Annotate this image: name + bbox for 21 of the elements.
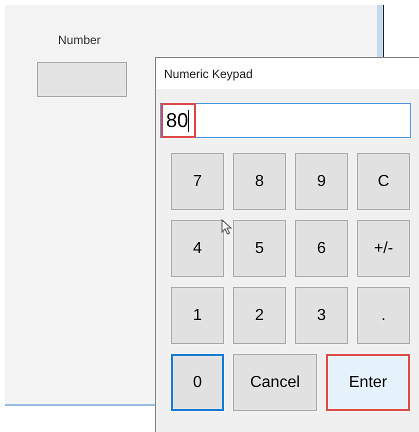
display-value: 80	[166, 108, 188, 132]
number-label: Number	[58, 32, 101, 49]
keypad-key[interactable]: 2	[233, 287, 286, 344]
keypad-key[interactable]: +/-	[357, 220, 410, 277]
keypad-key[interactable]: 4	[171, 220, 224, 277]
keypad-key[interactable]: 9	[295, 153, 348, 210]
keypad-key[interactable]: .	[357, 287, 410, 344]
keypad-key[interactable]: 8	[233, 153, 286, 210]
pointer-icon	[221, 219, 233, 235]
dialog-title: Numeric Keypad	[164, 66, 253, 82]
keypad-key[interactable]: 3	[295, 287, 348, 344]
keypad-key[interactable]: Cancel	[233, 354, 317, 411]
display-field[interactable]: 80	[160, 103, 411, 138]
number-field[interactable]	[37, 62, 127, 97]
keypad-key[interactable]: 0	[171, 354, 224, 411]
keypad-key[interactable]: 6	[295, 220, 348, 277]
keypad-key[interactable]: Enter	[326, 354, 410, 411]
keypad-key[interactable]: 7	[171, 153, 224, 210]
keypad-key[interactable]: 5	[233, 220, 286, 277]
keypad-key[interactable]: C	[357, 153, 410, 210]
keypad-key[interactable]: 1	[171, 287, 224, 344]
